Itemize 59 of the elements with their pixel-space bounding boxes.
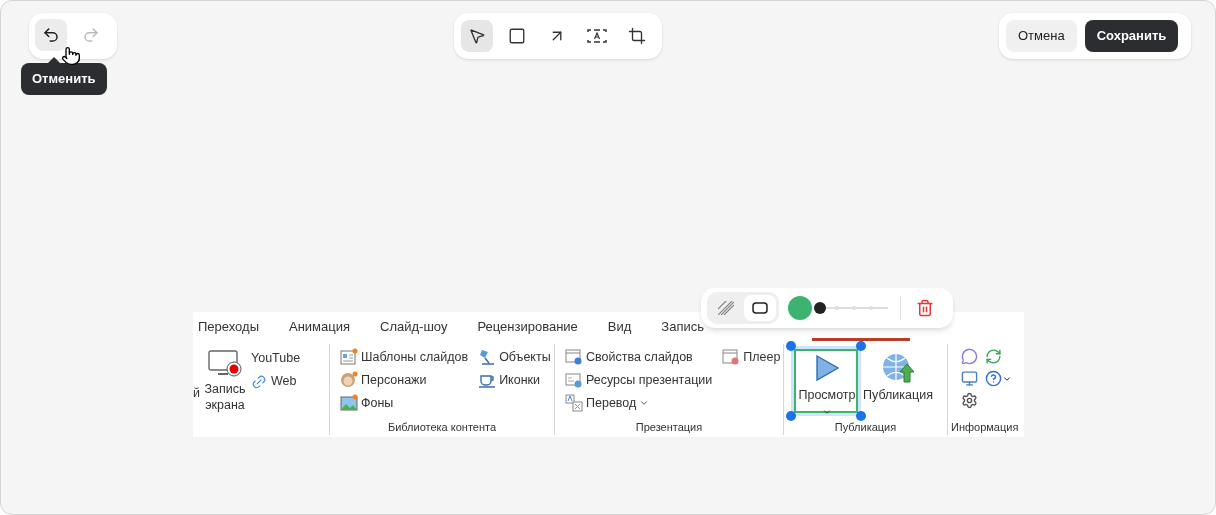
settings-icon[interactable] (961, 392, 978, 409)
group-label: Информация (951, 419, 1019, 435)
redo-icon (82, 26, 100, 44)
ribbon-tab[interactable]: Вид (607, 317, 632, 337)
monitor-record-icon (208, 350, 242, 378)
ribbon-tab[interactable]: Слайд-шоу (380, 317, 448, 337)
undo-button[interactable] (35, 19, 67, 51)
chat-icon[interactable] (961, 348, 978, 365)
tool-button[interactable] (461, 20, 493, 52)
monitor-icon[interactable] (961, 370, 978, 387)
ribbon-tab[interactable]: Рецензирование (477, 317, 578, 337)
globe-upload-icon (881, 352, 915, 384)
fill-mode-button[interactable] (744, 295, 776, 321)
ribbon-tab[interactable]: Анимация (289, 317, 350, 337)
ribbon-item[interactable]: Шаблоны слайдов (340, 348, 469, 366)
screen-record-button[interactable]: Запись экрана (203, 350, 247, 435)
resources-icon (565, 371, 583, 389)
ribbon-item[interactable]: Фоны (340, 394, 469, 412)
cut-label: й (193, 385, 201, 402)
save-button[interactable]: Сохранить (1084, 20, 1179, 52)
ribbon-item[interactable]: Web (251, 373, 301, 390)
ribbon-tab[interactable]: Переходы (198, 317, 259, 337)
ribbon-item[interactable]: Объекты (478, 348, 551, 366)
color-swatch[interactable] (788, 296, 812, 320)
refresh-icon[interactable] (985, 348, 1002, 365)
tooltip: Отменить (21, 63, 107, 95)
help-icon[interactable] (985, 370, 1002, 387)
landscape-icon (340, 394, 358, 412)
cancel-button[interactable]: Отмена (1006, 20, 1077, 52)
undo-icon (42, 26, 60, 44)
person-figure-icon (340, 371, 358, 389)
rounded-rectangle-icon (752, 302, 768, 314)
stroke-slider[interactable] (814, 302, 888, 314)
translate-icon (565, 394, 583, 412)
play-icon (814, 354, 840, 382)
slider-thumb[interactable] (814, 302, 826, 314)
ribbon-big-button[interactable]: Публикация (865, 348, 931, 405)
ribbon-item[interactable]: Иконки (478, 371, 551, 389)
chevron-down-icon (639, 398, 650, 408)
group-label: Презентация (634, 419, 704, 435)
rectangle-icon (508, 27, 526, 45)
pointer-icon (468, 27, 486, 45)
ribbon-item[interactable]: Перевод (565, 394, 713, 412)
group-label: Публикация (833, 419, 898, 435)
settings-window-icon (565, 348, 583, 366)
ribbon-item[interactable]: Плеер (722, 348, 781, 366)
hatch-pattern-icon (718, 301, 734, 315)
player-window-icon (722, 348, 741, 366)
ribbon-item[interactable]: Ресурсы презентации (565, 371, 713, 389)
group-label: Библиотека контента (386, 419, 498, 435)
text-box-icon (587, 28, 607, 44)
template-icon (340, 348, 358, 366)
ribbon-item[interactable]: Свойства слайдов (565, 348, 713, 366)
ribbon-tab[interactable]: Запись (661, 317, 704, 337)
ribbon-item[interactable]: Персонажи (340, 371, 469, 389)
ribbon-item[interactable]: YouTube (251, 350, 301, 367)
crop-icon (628, 27, 646, 45)
trash-icon (916, 299, 934, 317)
lamp-icon (478, 348, 497, 366)
